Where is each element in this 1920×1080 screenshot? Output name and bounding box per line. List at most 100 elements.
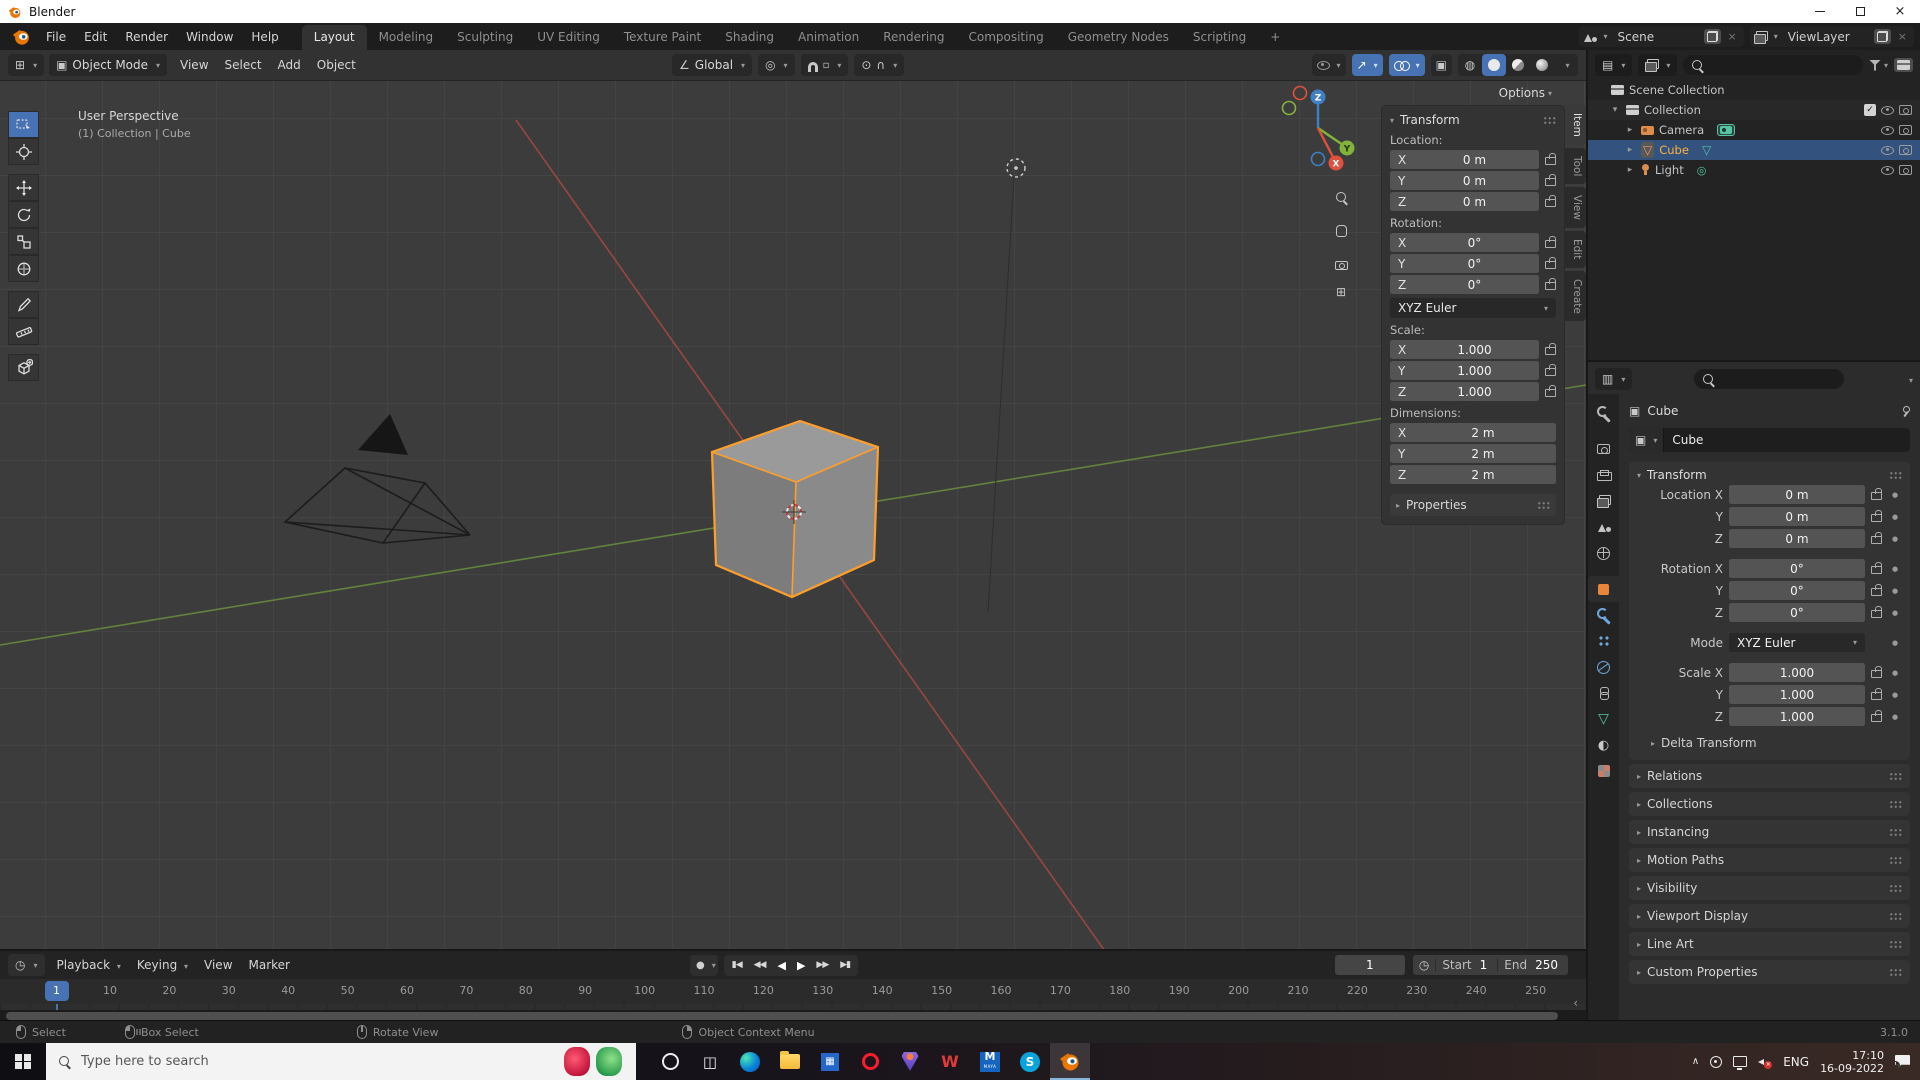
properties-tab-tool[interactable] — [1588, 400, 1619, 426]
tool-annotate[interactable] — [8, 291, 39, 318]
properties-tab-output[interactable] — [1588, 462, 1619, 488]
collapse-arrow-icon[interactable]: ‹ — [1573, 996, 1578, 1010]
panel-viewport-display[interactable]: ▸ Viewport Display — [1629, 904, 1910, 928]
properties-tab-render[interactable] — [1588, 436, 1619, 462]
tool-move[interactable] — [8, 174, 39, 201]
mode-dropdown[interactable]: ▣ Object Mode ▾ — [49, 54, 168, 76]
value-field-z[interactable]: Z 0° — [1390, 275, 1539, 294]
unlink-scene-icon[interactable]: × — [1725, 30, 1740, 43]
delta-transform-panel[interactable]: ▸ Delta Transform — [1651, 736, 1902, 750]
blender-logo-menu[interactable] — [12, 27, 31, 46]
ortho-toggle-button[interactable]: ⊞ — [1330, 281, 1352, 303]
menu-render[interactable]: Render — [116, 27, 177, 47]
value-field-x[interactable]: X 0° — [1390, 233, 1539, 252]
tool-rotate[interactable] — [8, 201, 39, 228]
taskbar-app-task-view[interactable]: ◫ — [690, 1043, 730, 1080]
tab-compositing[interactable]: Compositing — [956, 25, 1055, 50]
play-reverse-button[interactable]: ◀ — [771, 959, 790, 972]
menu-help[interactable]: Help — [242, 27, 287, 47]
row-value-field[interactable]: 1.000 — [1729, 685, 1865, 704]
row-value-field[interactable]: 0° — [1729, 603, 1865, 622]
zoom-view-button[interactable] — [1330, 186, 1352, 208]
viewport-menu-select[interactable]: Select — [217, 54, 270, 76]
outliner-row-light[interactable]: ▸ Light ◎ — [1588, 160, 1920, 180]
tab-layout[interactable]: Layout — [301, 25, 367, 50]
exclude-checkbox[interactable]: ✓ — [1864, 104, 1876, 116]
shading-wireframe-button[interactable]: ◍ — [1458, 54, 1482, 76]
hide-in-viewport-toggle[interactable] — [1881, 145, 1894, 155]
gizmo-y-neg[interactable] — [1281, 100, 1297, 116]
transform-panel-header[interactable]: ▾ Transform — [1637, 468, 1902, 482]
action-center-icon[interactable]: 1 — [1895, 1055, 1910, 1068]
start-button[interactable] — [0, 1043, 46, 1080]
auto-keying-toggle[interactable]: ● ▾ — [690, 954, 718, 976]
cube-object[interactable] — [710, 419, 880, 599]
clock[interactable]: 17:10 16-09-2022 — [1820, 1049, 1884, 1075]
hide-in-viewport-toggle[interactable] — [1881, 125, 1894, 135]
taskbar-app-skype[interactable]: S — [1010, 1043, 1050, 1080]
taskbar-app-opera[interactable] — [850, 1043, 890, 1080]
lock-icon[interactable] — [1545, 385, 1556, 398]
lock-icon[interactable] — [1545, 195, 1556, 208]
tab-shading[interactable]: Shading — [713, 25, 786, 50]
object-name[interactable]: Collection — [1644, 103, 1701, 117]
animate-dot[interactable]: ● — [1888, 491, 1902, 499]
disclosure-icon[interactable]: ▸ — [1624, 125, 1636, 135]
row-value-field[interactable]: 0 m — [1729, 485, 1865, 504]
gizmo-x-neg[interactable] — [1292, 85, 1308, 101]
tab-animation[interactable]: Animation — [786, 25, 871, 50]
properties-tab-scene[interactable] — [1588, 514, 1619, 540]
n-tab-create[interactable]: Create — [1565, 270, 1586, 322]
lock-icon[interactable] — [1545, 364, 1556, 377]
properties-tab-material[interactable]: ◐ — [1588, 732, 1619, 758]
value-field-x[interactable]: X 0 m — [1390, 150, 1539, 169]
n-tab-view[interactable]: View — [1565, 187, 1586, 229]
taskbar-app-file-explorer[interactable] — [770, 1043, 810, 1080]
row-value-field[interactable]: 1.000 — [1729, 707, 1865, 726]
properties-tab-physics[interactable] — [1588, 654, 1619, 680]
lock-icon[interactable] — [1545, 153, 1556, 166]
menu-window[interactable]: Window — [177, 27, 242, 47]
properties-options-dropdown[interactable]: ▾ — [1906, 372, 1913, 386]
value-field-x[interactable]: X 2 m — [1390, 423, 1556, 442]
lock-icon[interactable] — [1871, 688, 1882, 701]
menu-edit[interactable]: Edit — [75, 27, 116, 47]
value-field-y[interactable]: Y 0° — [1390, 254, 1539, 273]
outliner-search-input[interactable] — [1683, 55, 1863, 75]
properties-tab-world[interactable] — [1588, 540, 1619, 566]
object-name-field[interactable]: ▣ ▾ Cube — [1629, 428, 1910, 452]
lock-icon[interactable] — [1545, 236, 1556, 249]
n-tab-tool[interactable]: Tool — [1565, 147, 1586, 185]
close-button[interactable]: × — [1880, 0, 1920, 23]
tab-sculpting[interactable]: Sculpting — [445, 25, 525, 50]
shading-rendered-button[interactable] — [1530, 54, 1554, 76]
row-value-field[interactable]: 0° — [1729, 581, 1865, 600]
play-button[interactable]: ▶ — [791, 959, 810, 972]
disable-in-renders-toggle[interactable] — [1899, 165, 1912, 175]
row-value-field[interactable]: 0 m — [1729, 529, 1865, 548]
pan-view-button[interactable] — [1330, 220, 1352, 242]
new-collection-button[interactable] — [1894, 58, 1913, 72]
taskbar-app-brave[interactable]: ● — [890, 1043, 930, 1080]
panel-relations[interactable]: ▸ Relations — [1629, 764, 1910, 788]
timeline-menu-keying[interactable]: Keying ▾ — [129, 954, 196, 976]
navigation-gizmo[interactable]: Z Y X — [1281, 85, 1355, 171]
value-field-z[interactable]: Z 1.000 — [1390, 382, 1539, 401]
taskbar-search[interactable]: Type here to search — [46, 1043, 636, 1080]
timeline-menu-marker[interactable]: Marker — [241, 954, 298, 976]
jump-to-start-button[interactable]: ▮◀ — [726, 960, 748, 970]
animate-dot[interactable]: ● — [1888, 587, 1902, 595]
panel-instancing[interactable]: ▸ Instancing — [1629, 820, 1910, 844]
properties-editor-type[interactable]: ▥ ▾ — [1595, 368, 1633, 390]
disclosure-icon[interactable]: ▾ — [1609, 105, 1621, 115]
disable-in-renders-toggle[interactable] — [1899, 125, 1912, 135]
tab-scripting[interactable]: Scripting — [1181, 25, 1258, 50]
disclosure-icon[interactable]: ▸ — [1624, 145, 1636, 155]
rotation-mode-dropdown[interactable]: XYZ Euler ▾ — [1390, 298, 1556, 318]
editor-type-selector[interactable]: ⊞ ▾ — [8, 54, 45, 76]
taskbar-app-maya[interactable]: M MAYA — [970, 1043, 1010, 1080]
viewport-canvas[interactable]: Z Y X User Perspective (1) Collection | … — [0, 81, 1586, 949]
properties-tab-object-data[interactable]: ▽ — [1588, 706, 1619, 732]
hide-in-viewport-toggle[interactable] — [1881, 105, 1894, 115]
properties-tab-constraints[interactable] — [1588, 680, 1619, 706]
